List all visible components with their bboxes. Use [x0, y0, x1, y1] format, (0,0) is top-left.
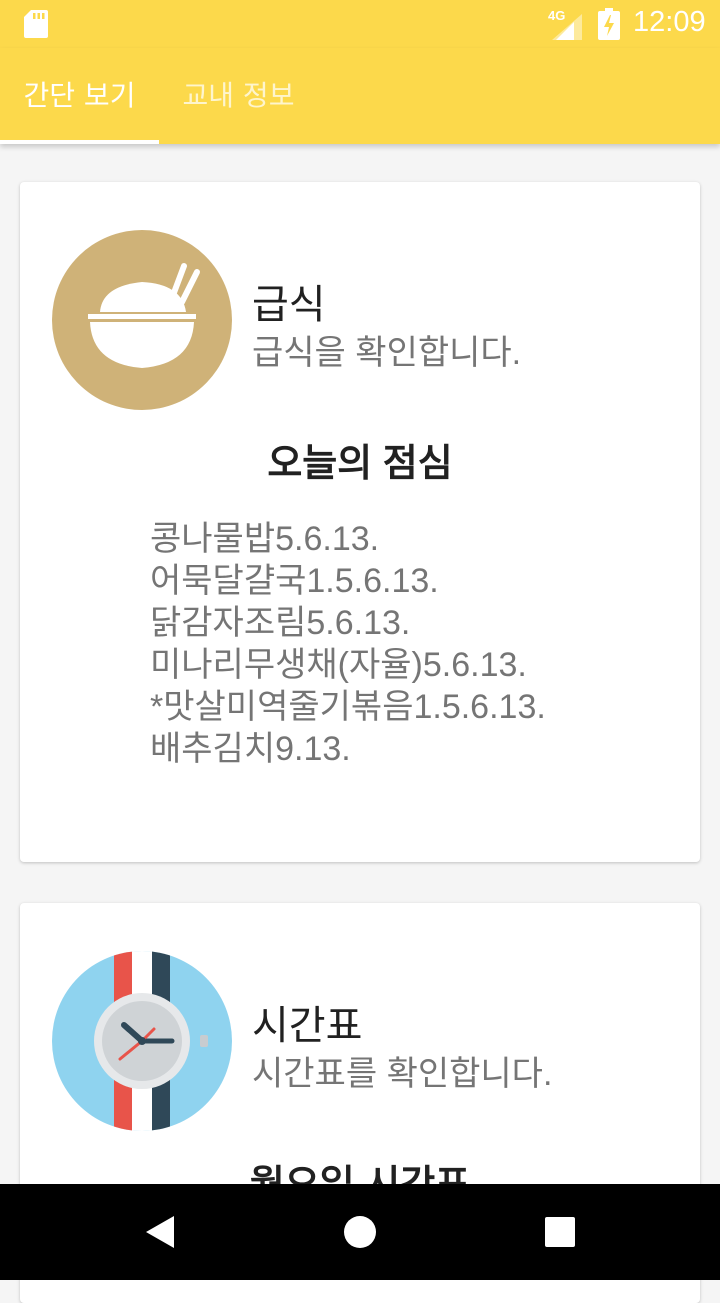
tab-bar: 간단 보기 교내 정보 — [0, 48, 720, 144]
tab-school-info[interactable]: 교내 정보 — [159, 48, 318, 144]
sd-card-icon — [24, 10, 48, 38]
clock: 12:09 — [633, 6, 706, 38]
lunch-menu-list: 콩나물밥5.6.13. 어묵달걀국1.5.6.13. 닭감자조림5.6.13. … — [150, 518, 546, 770]
status-bar: 4G 12:09 — [0, 0, 720, 48]
meal-card[interactable]: 급식 급식을 확인합니다. 오늘의 점심 콩나물밥5.6.13. 어묵달걀국1.… — [20, 182, 700, 862]
list-item: 미나리무생채(자율)5.6.13. — [150, 646, 527, 684]
list-item: *맛살미역줄기볶음1.5.6.13. — [150, 688, 546, 726]
meal-title: 급식 — [252, 283, 326, 327]
list-item: 배추김치9.13. — [150, 730, 351, 768]
tab-overview[interactable]: 간단 보기 — [0, 48, 159, 144]
signal-icon — [552, 14, 582, 40]
navigation-bar — [0, 1184, 720, 1280]
timetable-title: 시간표 — [252, 1004, 363, 1048]
rice-bowl-icon — [52, 230, 232, 410]
meal-subtitle: 급식을 확인합니다. — [252, 334, 522, 372]
todays-lunch-heading: 오늘의 점심 — [267, 443, 453, 485]
recents-icon[interactable] — [540, 1212, 580, 1252]
battery-charging-icon — [598, 8, 620, 40]
watch-icon — [52, 951, 232, 1131]
list-item: 콩나물밥5.6.13. — [150, 520, 380, 558]
list-item: 닭감자조림5.6.13. — [150, 604, 411, 642]
timetable-subtitle: 시간표를 확인합니다. — [252, 1055, 553, 1093]
back-icon[interactable] — [140, 1212, 180, 1252]
list-item: 어묵달걀국1.5.6.13. — [150, 562, 439, 600]
home-icon[interactable] — [340, 1212, 380, 1252]
tab-indicator — [0, 140, 159, 144]
